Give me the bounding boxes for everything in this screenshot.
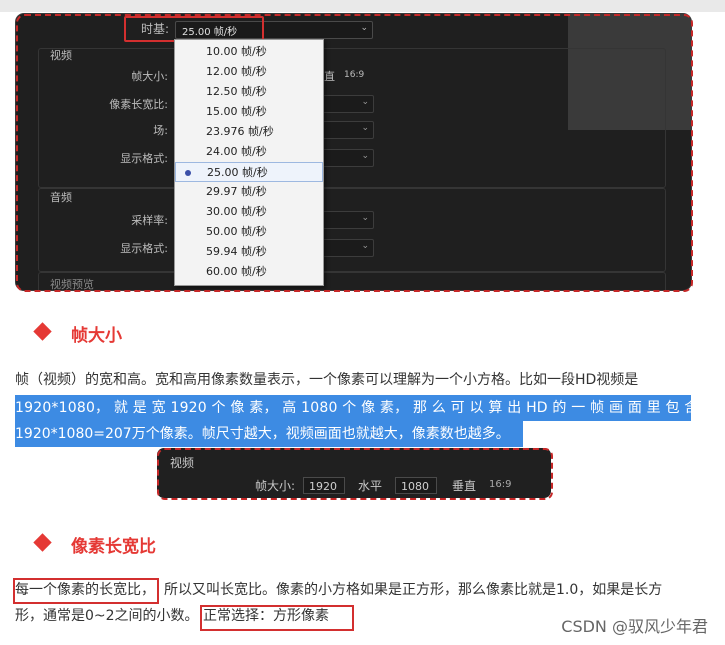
dropdown-option[interactable]: 29.97 帧/秒	[175, 182, 323, 202]
red-highlight-box	[13, 578, 159, 604]
display-format-label: 显示格式:	[120, 152, 168, 165]
field-label: 场:	[153, 124, 168, 137]
paragraph-line: 形，通常是0~2之间的小数。	[15, 608, 199, 624]
preview-section-box	[38, 272, 666, 290]
chevron-down-icon: ⌄	[361, 151, 369, 161]
audio-display-format-select[interactable]: ⌄	[316, 239, 374, 257]
chevron-down-icon: ⌄	[361, 97, 369, 107]
dropdown-option[interactable]: 12.00 帧/秒	[175, 62, 323, 82]
watermark: CSDN @驭风少年君	[561, 617, 708, 636]
chevron-down-icon: ⌄	[361, 213, 369, 223]
frame-size-ratio: 16:9	[344, 70, 365, 80]
dropdown-option[interactable]: 24.00 帧/秒	[175, 142, 323, 162]
dropdown-option[interactable]: 12.50 帧/秒	[175, 82, 323, 102]
sample-rate-select[interactable]: ⌄	[316, 211, 374, 229]
timebase-dropdown: 10.00 帧/秒 12.00 帧/秒 12.50 帧/秒 15.00 帧/秒 …	[174, 39, 324, 286]
preview-section-title: 视频预览	[50, 278, 94, 290]
field-select[interactable]: ⌄	[316, 121, 374, 139]
dropdown-option[interactable]: 15.00 帧/秒	[175, 102, 323, 122]
frame-size-label: 帧大小:	[131, 70, 168, 83]
paragraph-line: 帧（视频）的宽和高。宽和高用像素数量表示，一个像素可以理解为一个小方格。比如一段…	[15, 372, 639, 388]
video-section-title: 视频	[50, 49, 72, 62]
screenshot-dashed-border	[157, 448, 553, 500]
chevron-down-icon: ⌄	[361, 241, 369, 251]
paragraph-line-selected: 1920*1080=207万个像素。帧尺寸越大，视频画面也就越大，像素数也越多。	[15, 426, 510, 442]
paragraph-line: 所以又叫长宽比。像素的小方格如果是正方形，那么像素比就是1.0，如果是长方	[164, 582, 663, 598]
sample-rate-label: 采样率:	[131, 214, 168, 227]
chevron-down-icon: ⌄	[361, 123, 369, 133]
chevron-down-icon: ⌄	[360, 23, 368, 33]
sequence-settings-screenshot: 视频 帧大小: 直 16:9 像素长宽比: ⌄ 场: ⌄ 显示格式: ⌄ 音频 …	[16, 14, 691, 290]
dropdown-option[interactable]: 60.00 帧/秒	[175, 262, 323, 282]
dropdown-option-selected[interactable]: 25.00 帧/秒	[175, 162, 323, 182]
audio-section-title: 音频	[50, 191, 72, 204]
dropdown-option[interactable]: 10.00 帧/秒	[175, 42, 323, 62]
pixel-aspect-label: 像素长宽比:	[109, 98, 168, 111]
audio-section-box	[38, 188, 666, 272]
diamond-bullet-icon	[33, 322, 52, 341]
dropdown-option[interactable]: 59.94 帧/秒	[175, 242, 323, 262]
paragraph-line-selected: 1920*1080， 就 是 宽 1920 个 像 素， 高 1080 个 像 …	[15, 400, 699, 416]
pixel-aspect-select[interactable]: ⌄	[316, 95, 374, 113]
red-highlight-box	[200, 605, 354, 631]
section-heading-pixel-aspect: 像素长宽比	[71, 537, 156, 557]
dropdown-option[interactable]: 23.976 帧/秒	[175, 122, 323, 142]
radio-selected-icon	[185, 170, 191, 176]
dropdown-option[interactable]: 50.00 帧/秒	[175, 222, 323, 242]
display-format-select[interactable]: ⌄	[316, 149, 374, 167]
diamond-bullet-icon	[33, 533, 52, 552]
top-strip	[0, 0, 725, 12]
audio-display-format-label: 显示格式:	[120, 242, 168, 255]
dropdown-option[interactable]: 30.00 帧/秒	[175, 202, 323, 222]
frame-size-tail: 直	[324, 70, 335, 83]
section-heading-frame-size: 帧大小	[71, 326, 122, 346]
